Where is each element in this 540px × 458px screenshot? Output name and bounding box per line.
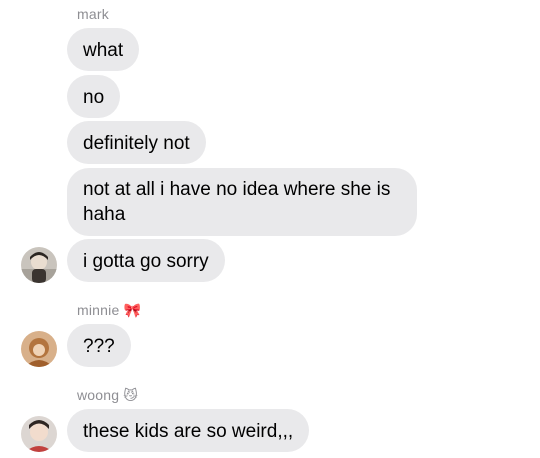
message-bubble[interactable]: no xyxy=(67,75,121,118)
avatar-mark[interactable] xyxy=(21,247,57,283)
avatar-image xyxy=(21,247,57,283)
message-text: ??? xyxy=(83,336,115,357)
avatar-image xyxy=(21,331,57,367)
message-text: definitely not xyxy=(83,133,190,154)
avatar-woong[interactable] xyxy=(21,416,57,452)
message-bubble[interactable]: not at all i have no idea where she is h… xyxy=(67,168,417,236)
cat-smirk-icon: 😼 xyxy=(123,388,139,404)
message-bubble[interactable]: ??? xyxy=(67,324,131,367)
message-text: what xyxy=(83,40,124,61)
message-text: i gotta go sorry xyxy=(83,251,209,272)
sender-name-label: mark xyxy=(77,6,109,22)
message-bubble[interactable]: i gotta go sorry xyxy=(67,239,225,282)
message-bubble[interactable]: what xyxy=(67,28,140,71)
sender-name-minnie: minnie 🎀 xyxy=(77,302,141,319)
message-text: these kids are so weird,,, xyxy=(83,421,294,442)
message-bubble[interactable]: these kids are so weird,,, xyxy=(67,409,310,452)
avatar-image xyxy=(21,416,57,452)
message-bubble[interactable]: definitely not xyxy=(67,121,206,164)
sender-name-label: woong xyxy=(77,387,120,403)
message-text: no xyxy=(83,87,105,108)
sender-name-woong: woong 😼 xyxy=(77,387,138,404)
message-text: not at all i have no idea where she is h… xyxy=(83,179,391,225)
avatar-minnie[interactable] xyxy=(21,331,57,367)
ribbon-icon: 🎀 xyxy=(123,303,142,319)
sender-name-mark: mark xyxy=(77,6,109,22)
sender-name-label: minnie xyxy=(77,302,120,318)
